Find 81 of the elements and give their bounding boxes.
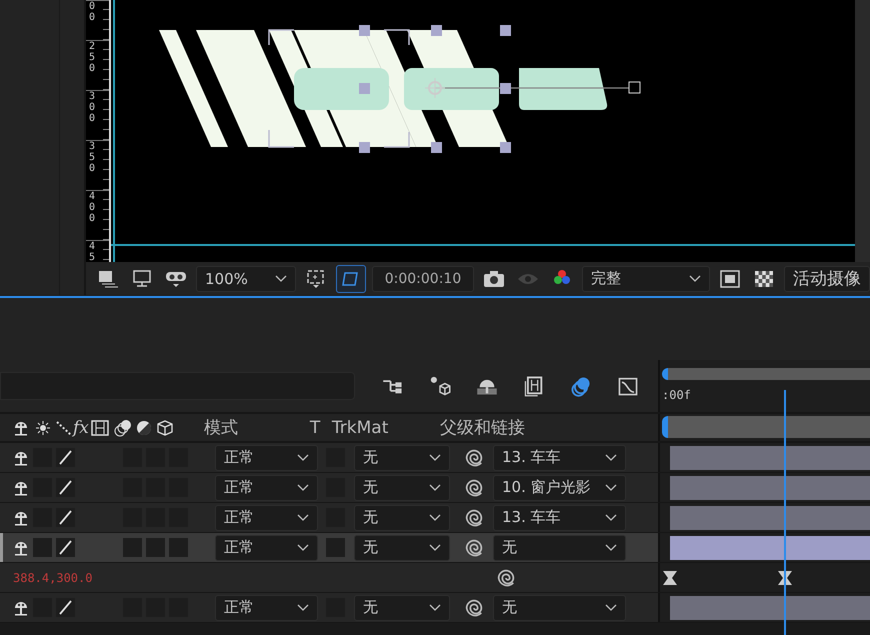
chevron-icon [605, 514, 617, 522]
column-header[interactable]: 父级和链接 [440, 416, 525, 439]
chevron-icon [297, 544, 309, 552]
switch-box[interactable] [326, 538, 345, 557]
chevron-icon [605, 604, 617, 612]
layer-bar[interactable] [670, 596, 870, 620]
ruler-label: 300 [89, 91, 96, 124]
mode-dropdown[interactable]: 正常 [215, 534, 318, 560]
fx-label: fx [73, 418, 89, 438]
chevron-icon [605, 544, 617, 552]
parent-dropdown[interactable]: 13. 车车 [493, 504, 626, 530]
keyframe-icon[interactable] [663, 570, 677, 584]
slash-icon[interactable] [56, 598, 75, 617]
ruler-label: 45 [89, 241, 96, 262]
chevron-icon [297, 484, 309, 492]
slash-icon[interactable] [56, 448, 75, 467]
slash-icon[interactable] [56, 538, 75, 557]
chevron-icon [429, 454, 441, 462]
slash-icon[interactable] [56, 478, 75, 497]
ruler-label: 350 [89, 141, 96, 174]
mask-path-toggle[interactable] [336, 264, 366, 292]
trkmat-dropdown[interactable]: 无 [354, 474, 450, 500]
trkmat-dropdown[interactable]: 无 [354, 504, 450, 530]
dotted-diagonal-icon [55, 418, 73, 436]
mode-dropdown[interactable]: 正常 [215, 594, 318, 620]
column-header[interactable]: T [310, 418, 332, 438]
slash-icon[interactable] [56, 508, 75, 527]
cube-sparkle-icon [428, 375, 452, 397]
layer-bar[interactable] [670, 506, 870, 530]
timecode-field[interactable]: 0:00:00:10 [372, 266, 474, 292]
chevron-icon [429, 514, 441, 522]
film-strip-icon [90, 418, 109, 436]
parent-dropdown[interactable]: 13. 车车 [493, 444, 626, 470]
layer-row[interactable]: 正常 无 13. 车车 [0, 503, 870, 533]
layer-bar[interactable] [670, 536, 870, 560]
column-header[interactable]: TrkMat [332, 418, 432, 438]
mode-dropdown[interactable]: 正常 [215, 444, 318, 470]
layer-row[interactable]: 正常 无 无 [0, 533, 870, 563]
chevron-icon [429, 484, 441, 492]
switch-box[interactable] [146, 538, 165, 557]
camera-dropdown[interactable]: 活动摄像 [784, 266, 870, 292]
chevron-icon [429, 544, 441, 552]
chevron-icon [689, 274, 701, 282]
parent-dropdown[interactable]: 无 [493, 594, 626, 620]
graph-editor-icon [616, 375, 640, 397]
chevron-icon [275, 274, 287, 282]
ruler-label: 00 [89, 1, 96, 23]
chevron-icon [297, 514, 309, 522]
playhead[interactable] [784, 390, 786, 635]
ruler-label: 400 [89, 191, 96, 224]
cube-icon [156, 418, 174, 436]
zoom-dropdown[interactable]: 100% [196, 266, 296, 292]
parent-dropdown[interactable]: 无 [493, 534, 626, 560]
ruler-label: 250 [89, 41, 96, 74]
switch-box[interactable] [33, 538, 52, 557]
trkmat-dropdown[interactable]: 无 [354, 534, 450, 560]
time-ruler-label: :00f [662, 388, 692, 402]
layer-bar[interactable] [670, 476, 870, 500]
chevron-icon [605, 484, 617, 492]
layer-row[interactable]: 正常 无 10. 窗户光影 [0, 473, 870, 503]
chevron-icon [297, 454, 309, 462]
trkmat-dropdown[interactable]: 无 [354, 444, 450, 470]
layer-row[interactable]: 正常 无 无 [0, 593, 870, 623]
switch-box[interactable] [169, 538, 188, 557]
work-area-bar[interactable] [662, 368, 870, 380]
mode-dropdown[interactable]: 正常 [215, 504, 318, 530]
layer-bar[interactable] [670, 446, 870, 470]
column-header[interactable]: 模式 [204, 416, 304, 439]
layer-row[interactable]: 正常 无 13. 车车 [0, 443, 870, 473]
chevron-icon [429, 604, 441, 612]
shape-outline-icon [341, 270, 361, 288]
parent-dropdown[interactable]: 10. 窗户光影 [493, 474, 626, 500]
mode-dropdown[interactable]: 正常 [215, 474, 318, 500]
chevron-icon [297, 604, 309, 612]
sun-icon [34, 418, 52, 436]
scrollbar[interactable] [855, 0, 870, 262]
resolution-dropdown[interactable]: 完整 [582, 266, 710, 292]
trkmat-dropdown[interactable]: 无 [354, 594, 450, 620]
switch-box[interactable] [123, 538, 142, 557]
chevron-icon [605, 454, 617, 462]
half-circle-icon [134, 418, 153, 436]
